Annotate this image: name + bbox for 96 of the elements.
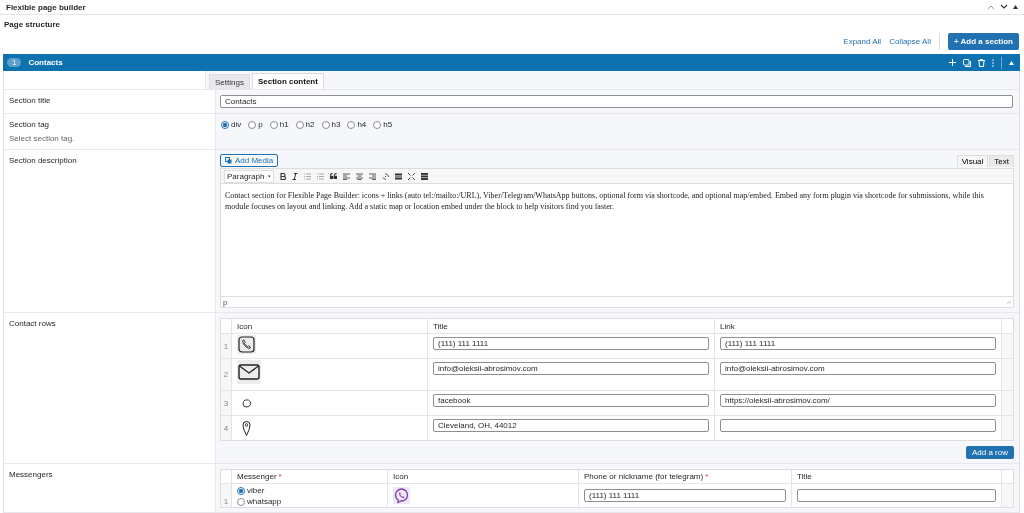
radio-button[interactable] — [295, 120, 304, 129]
toolbar-link[interactable]: Expand All — [843, 37, 882, 46]
radio-button[interactable] — [269, 120, 278, 129]
caret-icon — [268, 174, 271, 178]
add-media-button[interactable]: Add Media — [220, 154, 279, 167]
row-handle[interactable] — [1002, 416, 1013, 440]
row-number[interactable]: 1 — [221, 484, 232, 507]
link-input[interactable]: (111) 111 1111 — [720, 337, 996, 350]
read-more-icon[interactable] — [395, 172, 402, 180]
link-icon[interactable] — [382, 172, 389, 180]
add-row-button[interactable]: Add a row — [965, 446, 1014, 459]
link-input[interactable]: https://oleksii-abrosimov.com/ — [720, 394, 996, 407]
column-header: Title — [797, 472, 812, 481]
required-mark: * — [705, 472, 709, 481]
radio-label: h1 — [279, 120, 289, 129]
bullet-list-icon[interactable] — [304, 172, 311, 180]
row-number[interactable]: 1 — [221, 334, 232, 358]
field-label: Section title — [9, 96, 52, 105]
radio-button[interactable] — [237, 486, 245, 495]
resize-handle-icon[interactable] — [1007, 300, 1011, 304]
toolbar-toggle-icon[interactable] — [421, 172, 428, 180]
align-right-icon[interactable] — [369, 172, 376, 180]
radio-label: h4 — [357, 120, 367, 129]
quote-icon[interactable] — [330, 173, 337, 179]
radio-label: h2 — [305, 120, 315, 129]
page-structure-label: Page structure — [4, 20, 61, 29]
chevron-up-icon[interactable] — [987, 4, 995, 10]
required-mark: * — [278, 472, 282, 481]
radio-label: viber — [247, 486, 265, 495]
field-hint: Select section tag. — [9, 134, 76, 143]
title-input[interactable]: facebook — [433, 394, 709, 407]
description-text[interactable]: Contact section for Flexible Page Builder: icons + links (auto tel:/mailto:/URL), Viber/Telegram/WhatsApp buttons, optional form via shortcode, and optional map/embed. Embed any form plugin via shortcode for submissions, while this module focuses on layout and linking. Add a static map or location embed under the block to help visitors find you faster. — [225, 190, 1009, 213]
editor-tab[interactable]: Text — [989, 155, 1014, 167]
title-input[interactable]: (111) 111 1111 — [433, 337, 709, 350]
map-pin-icon — [242, 420, 251, 436]
trash-icon[interactable] — [978, 58, 985, 67]
phone-input[interactable]: (111) 111 1111 — [584, 489, 786, 502]
section-number: 1 — [7, 58, 22, 67]
row-number[interactable]: 4 — [221, 416, 232, 440]
tab[interactable]: Section content — [251, 73, 324, 89]
radio-button[interactable] — [237, 497, 245, 506]
numbered-list-icon[interactable] — [317, 172, 324, 180]
section-name: Contacts — [28, 58, 63, 67]
align-center-icon[interactable] — [356, 172, 363, 180]
toolbar-link[interactable]: Collapse All — [889, 37, 931, 46]
collapse-icon[interactable] — [1009, 60, 1014, 65]
radio-label: p — [258, 120, 263, 129]
media-icon — [225, 157, 232, 164]
editor-tab[interactable]: Visual — [956, 155, 989, 167]
italic-icon[interactable] — [292, 172, 298, 180]
row-handle[interactable] — [1002, 484, 1013, 507]
plus-icon[interactable] — [949, 59, 956, 66]
link-input[interactable] — [720, 419, 996, 432]
column-header: Link — [720, 321, 735, 331]
add-section-button[interactable]: + Add a section — [947, 33, 1019, 50]
field-label: Section description — [9, 156, 78, 165]
field-label: Section tag — [9, 120, 51, 129]
column-header: Phone or nickname (for telegram) — [584, 472, 704, 481]
title-input[interactable]: info@oleksii-abrosimov.com — [433, 362, 709, 375]
duplicate-icon[interactable] — [963, 58, 971, 67]
radio-label: h5 — [383, 120, 393, 129]
title-input[interactable] — [797, 489, 996, 502]
element-path: p — [223, 297, 228, 307]
radio-button[interactable] — [373, 120, 382, 129]
radio-button[interactable] — [221, 120, 229, 129]
input-field[interactable]: Contacts — [220, 95, 1013, 108]
radio-button[interactable] — [321, 120, 330, 129]
row-handle[interactable] — [1002, 334, 1013, 358]
field-label: Messengers — [9, 470, 54, 479]
loop-icon — [242, 399, 252, 408]
triangle-up-icon[interactable] — [1013, 5, 1018, 9]
radio-button[interactable] — [347, 120, 356, 129]
field-label: Contact rows — [9, 319, 57, 328]
radio-label: whatsapp — [247, 497, 282, 506]
column-header: Icon — [237, 321, 253, 331]
align-left-icon[interactable] — [343, 172, 350, 180]
chevron-down-icon[interactable] — [1000, 4, 1008, 10]
row-handle[interactable] — [1002, 359, 1013, 390]
column-header: Title — [433, 321, 448, 331]
radio-button[interactable] — [248, 120, 257, 129]
title-input[interactable]: Cleveland, OH, 44012 — [433, 419, 709, 432]
row-handle[interactable] — [1002, 391, 1013, 415]
panel-title: Flexible page builder — [6, 2, 86, 12]
format-select[interactable]: Paragraph — [224, 169, 274, 183]
tab[interactable]: Settings — [209, 74, 250, 89]
column-header: Messenger — [237, 472, 277, 481]
radio-label: div — [231, 120, 242, 129]
section-header[interactable]: 1 Contacts — [3, 54, 1020, 71]
radio-label: h3 — [331, 120, 341, 129]
row-number[interactable]: 2 — [221, 359, 232, 390]
phone-bubble-icon — [393, 487, 410, 504]
bold-icon[interactable] — [280, 172, 286, 180]
link-input[interactable]: info@oleksii-abrosimov.com — [720, 362, 996, 375]
column-header: Icon — [393, 472, 409, 481]
fullscreen-icon[interactable] — [408, 172, 415, 180]
row-number[interactable]: 3 — [221, 391, 232, 415]
